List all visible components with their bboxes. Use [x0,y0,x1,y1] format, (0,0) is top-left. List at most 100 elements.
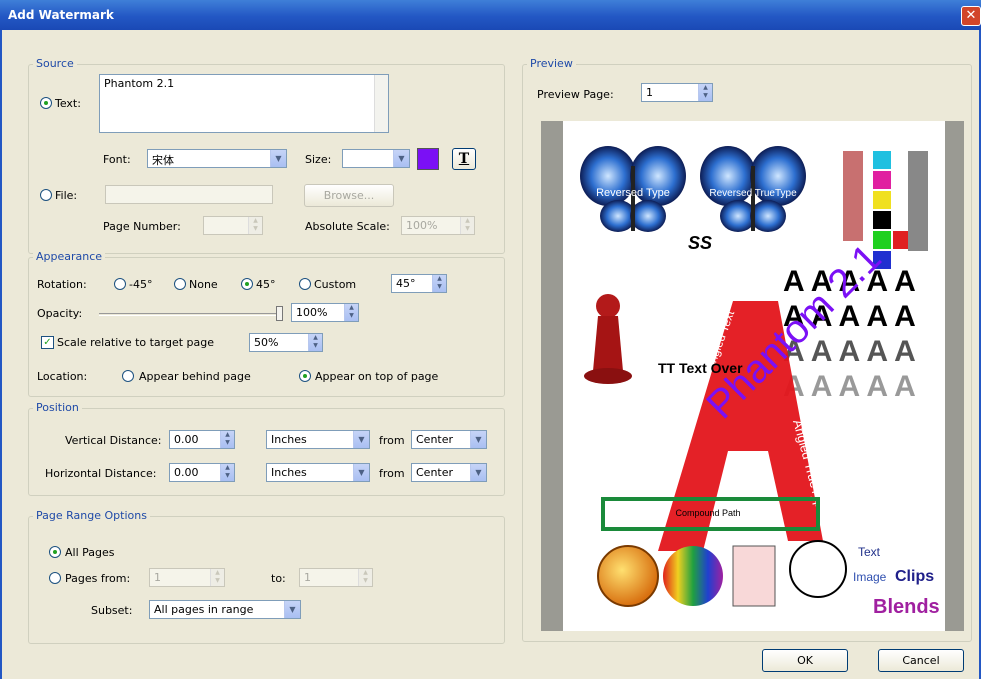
title-bar: Add Watermark ✕ [0,0,981,30]
chevron-down-icon: ▼ [270,150,286,167]
position-group: Position Vertical Distance: 0.00 ▲ ▼ Inche… [28,401,505,496]
absolute-scale-label: Absolute Scale: [305,220,390,233]
preview-legend: Preview [527,57,576,70]
window-title: Add Watermark [8,8,114,22]
watermark-text-area[interactable]: Phantom 2.1 [99,74,389,133]
vertical-from-label: from [379,434,405,447]
spinner-icon: ▲ ▼ [308,334,322,351]
dialog-body: Source Text: Phantom 2.1 Font: 宋体 ▼ Size:… [0,30,981,679]
text-radio-label: Text: [55,97,81,110]
file-path-field[interactable] [105,185,273,204]
subset-select[interactable]: All pages in range ▼ [149,600,301,619]
rainbow-orb [663,546,723,606]
close-icon: ✕ [965,8,977,23]
color-swatch-button[interactable] [417,148,439,170]
rotation-custom-radio[interactable] [299,278,311,290]
preview-page-field[interactable]: 1 ▲ ▼ [641,83,713,102]
close-button[interactable]: ✕ [961,6,981,26]
vertical-distance-field[interactable]: 0.00 ▲ ▼ [169,430,235,449]
vertical-distance-label: Vertical Distance: [65,434,162,447]
spinner-icon: ▲ ▼ [432,275,446,292]
chevron-down-icon: ▼ [393,150,409,167]
blends-word: Blends [873,596,940,618]
pages-from-value: 1 [154,571,161,584]
location-top-radio[interactable] [299,370,311,382]
svg-text:A A A A A: A A A A A [783,370,916,403]
rotation-none-label: None [189,278,218,291]
location-behind-label: Appear behind page [139,370,251,383]
source-group: Source Text: Phantom 2.1 Font: 宋体 ▼ Size:… [28,57,505,254]
horizontal-unit-value: Inches [271,466,307,479]
pattern-rect [732,545,776,607]
pages-from-field[interactable]: 1 ▲ ▼ [149,568,225,587]
pages-to-value: 1 [304,571,311,584]
spinner-icon: ▲ ▼ [344,304,358,321]
pages-to-field[interactable]: 1 ▲ ▼ [299,568,373,587]
cancel-label: Cancel [902,654,940,667]
spinner-icon: ▲ ▼ [460,217,474,234]
horizontal-from-select[interactable]: Center ▼ [411,463,487,482]
rotation-45-radio[interactable] [241,278,253,290]
opacity-slider-track[interactable] [99,313,279,316]
text-area-scrollbar[interactable] [374,75,388,132]
mesh-circle [789,540,847,598]
chevron-down-icon: ▼ [470,431,486,448]
size-select[interactable]: ▼ [342,149,410,168]
orange-orb [597,545,659,607]
font-select[interactable]: 宋体 ▼ [147,149,287,168]
horizontal-distance-field[interactable]: 0.00 ▲ ▼ [169,463,235,482]
position-legend: Position [33,401,82,414]
horizontal-from-value: Center [416,466,454,479]
preview-page-label: Preview Page: [537,88,614,101]
source-legend: Source [33,57,77,70]
subset-label: Subset: [91,604,133,617]
all-pages-radio[interactable] [49,546,61,558]
ok-button[interactable]: OK [762,649,848,672]
opacity-slider-thumb[interactable] [276,306,283,321]
subset-value: All pages in range [154,603,254,616]
pages-from-radio[interactable] [49,572,61,584]
text-radio[interactable] [40,97,52,109]
location-behind-radio[interactable] [122,370,134,382]
browse-button[interactable]: Browse... [304,184,394,207]
font-label: Font: [103,153,131,166]
horizontal-distance-value: 0.00 [174,466,199,479]
horizontal-from-label: from [379,467,405,480]
preview-group: Preview Preview Page: 1▲▼ Reversed Typ [522,57,972,642]
spinner-icon: ▲ ▼ [210,569,224,586]
font-select-value: 宋体 [152,154,174,167]
opacity-field[interactable]: 100% ▲ ▼ [291,303,359,322]
butterfly-right-label: Reversed TrueType [709,188,797,199]
scale-relative-checkbox[interactable]: ✓ [41,336,54,349]
vertical-unit-select[interactable]: Inches ▼ [266,430,370,449]
image-word: Image [853,570,887,584]
chevron-down-icon: ▼ [353,464,369,481]
rotation-custom-field[interactable]: 45° ▲ ▼ [391,274,447,293]
text-style-button[interactable]: T [452,148,476,170]
file-radio[interactable] [40,189,52,201]
pages-from-label: Pages from: [65,572,131,585]
pages-to-label: to: [271,572,286,585]
page-number-field[interactable]: ▲ ▼ [203,216,263,235]
cancel-button[interactable]: Cancel [878,649,964,672]
absolute-scale-field[interactable]: 100% ▲ ▼ [401,216,475,235]
spinner-icon: ▲ ▼ [220,431,234,448]
rotation-none-radio[interactable] [174,278,186,290]
chevron-down-icon: ▼ [353,431,369,448]
all-pages-label: All Pages [65,546,115,559]
browse-label: Browse... [323,189,375,202]
rotation-minus45-radio[interactable] [114,278,126,290]
text-style-icon: T [458,151,470,167]
rotation-custom-label: Custom [314,278,357,291]
vertical-from-select[interactable]: Center ▼ [411,430,487,449]
chevron-down-icon: ▼ [284,601,300,618]
pawn-shape [584,294,632,384]
horizontal-unit-select[interactable]: Inches ▼ [266,463,370,482]
rotation-custom-value: 45° [396,277,416,290]
rotation-minus45-label: -45° [129,278,153,291]
page-number-label: Page Number: [103,220,181,233]
preview-page-value: 1 [646,86,653,99]
preview-page-artwork: Reversed Type Reversed TrueType SS A A A… [580,146,940,618]
clips-word: Clips [895,568,934,585]
scale-relative-field[interactable]: 50% ▲ ▼ [249,333,323,352]
